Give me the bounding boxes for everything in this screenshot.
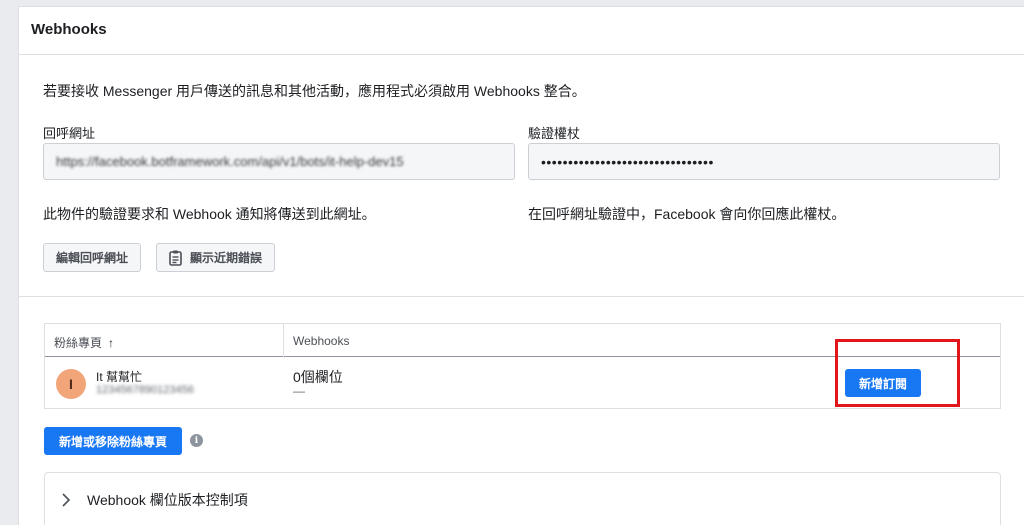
webhook-versioning-accordion[interactable]: Webhook 欄位版本控制項 <box>44 472 1001 525</box>
callback-url-note: 此物件的驗證要求和 Webhook 通知將傳送到此網址。 <box>43 206 376 222</box>
page-avatar: I <box>56 369 86 399</box>
edit-callback-url-label: 編輯回呼網址 <box>56 251 129 265</box>
panel-header: Webhooks <box>19 7 1024 55</box>
verify-token-label: 驗證權杖 <box>528 126 581 141</box>
verify-token-value: •••••••••••••••••••••••••••••••• <box>541 154 714 170</box>
page-name[interactable]: It 幫幫忙 <box>96 368 142 385</box>
show-recent-errors-label: 顯示近期錯誤 <box>190 251 263 265</box>
panel-title: Webhooks <box>31 21 107 38</box>
add-remove-pages-button[interactable]: 新增或移除粉絲專頁 <box>44 427 182 455</box>
callback-url-label: 回呼網址 <box>43 126 96 141</box>
intro-text: 若要接收 Messenger 用戶傳送的訊息和其他活動，應用程式必須啟用 Web… <box>43 83 586 99</box>
webhooks-panel: Webhooks 若要接收 Messenger 用戶傳送的訊息和其他活動，應用程… <box>18 6 1024 525</box>
callback-url-field[interactable]: https://facebook.botframework.com/api/v1… <box>43 143 515 180</box>
column-header-page[interactable]: 粉絲專頁 ↑ <box>54 334 114 351</box>
section-divider <box>19 296 1024 297</box>
info-icon[interactable]: i <box>190 434 203 447</box>
clipboard-icon <box>169 250 182 266</box>
verify-token-field[interactable]: •••••••••••••••••••••••••••••••• <box>528 143 1000 180</box>
webhook-fields-dash: — <box>293 384 305 398</box>
column-separator <box>283 324 284 357</box>
webhook-versioning-label: Webhook 欄位版本控制項 <box>87 492 248 508</box>
column-header-page-label: 粉絲專頁 <box>54 336 103 350</box>
callback-url-value: https://facebook.botframework.com/api/v1… <box>56 154 404 169</box>
show-recent-errors-button[interactable]: 顯示近期錯誤 <box>156 243 276 272</box>
verify-token-note: 在回呼網址驗證中，Facebook 會向你回應此權杖。 <box>528 206 846 222</box>
chevron-right-icon <box>62 493 71 507</box>
edit-callback-url-button[interactable]: 編輯回呼網址 <box>43 243 142 272</box>
column-header-webhooks: Webhooks <box>293 334 350 348</box>
highlight-box <box>835 339 960 407</box>
add-remove-pages-label: 新增或移除粉絲專頁 <box>58 434 167 449</box>
page-id: 1234567890123456 <box>96 384 194 396</box>
sort-ascending-icon[interactable]: ↑ <box>108 336 114 350</box>
